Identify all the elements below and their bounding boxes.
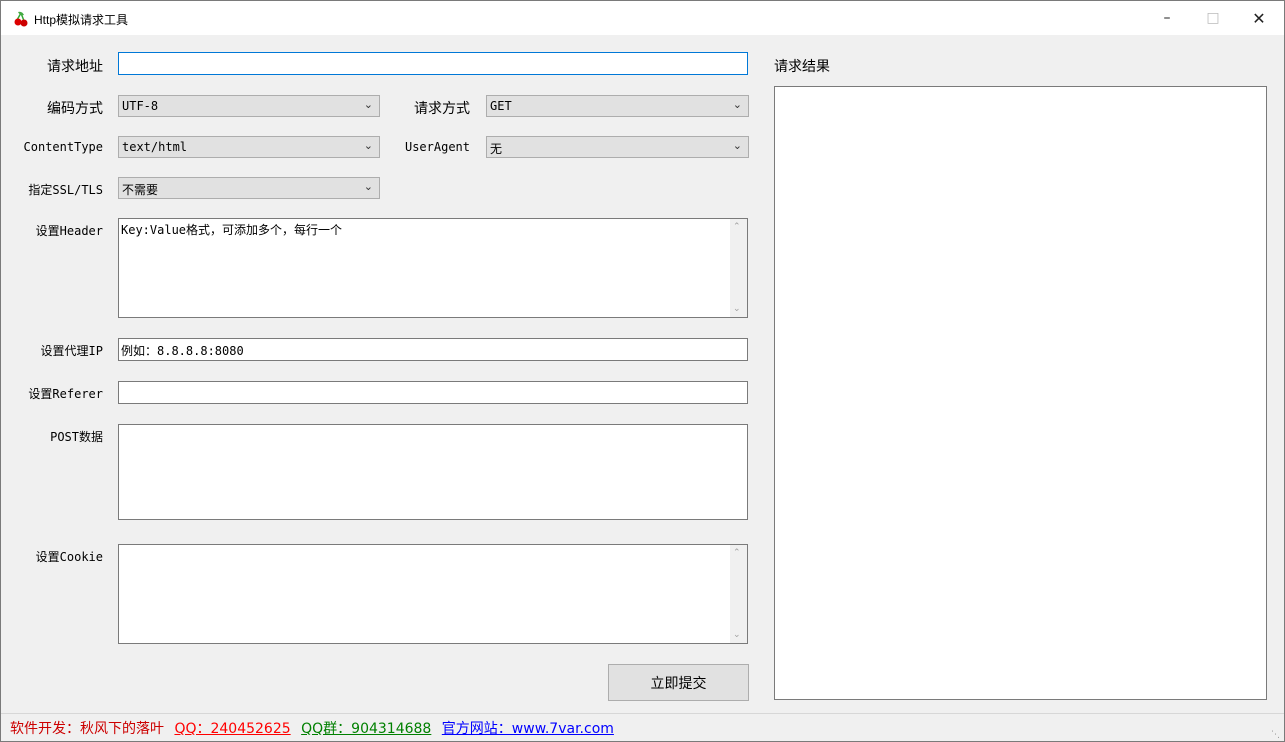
- maximize-button[interactable]: □: [1190, 1, 1236, 35]
- ssl-value: 不需要: [122, 183, 159, 197]
- url-input[interactable]: [118, 52, 748, 75]
- window-title: Http模拟请求工具: [34, 13, 129, 27]
- app-window: Http模拟请求工具 – □ ✕ 请求地址 编码方式 UTF-8 ⌄ 请求方式 G…: [0, 0, 1285, 742]
- submit-button[interactable]: 立即提交: [608, 664, 749, 701]
- content-type-value: text/html: [122, 140, 188, 154]
- header-label: 设置Header: [35, 224, 103, 238]
- referer-label: 设置Referer: [28, 387, 103, 401]
- post-label: POST数据: [50, 430, 103, 444]
- post-textarea[interactable]: [118, 424, 748, 520]
- chevron-down-icon: ⌄: [363, 139, 373, 152]
- ssl-label: 指定SSL/TLS: [28, 183, 103, 197]
- qq-group-link[interactable]: QQ群：904314688: [301, 721, 431, 737]
- ssl-select[interactable]: 不需要 ⌄: [118, 177, 380, 199]
- status-bar: 软件开发：秋风下的落叶 QQ：240452625 QQ群：904314688 官…: [1, 713, 1284, 742]
- cookie-textarea[interactable]: ⌃ ⌄: [118, 544, 748, 644]
- proxy-input[interactable]: 例如：8.8.8.8:8080: [118, 338, 748, 361]
- resize-grip-icon[interactable]: ⋱: [1271, 730, 1280, 740]
- encoding-value: UTF-8: [122, 99, 159, 113]
- method-select[interactable]: GET ⌄: [486, 95, 749, 117]
- website-link[interactable]: 官方网站：www.7var.com: [442, 721, 614, 737]
- scrollbar[interactable]: ⌃ ⌄: [730, 219, 747, 317]
- url-label: 请求地址: [47, 59, 103, 75]
- referer-input[interactable]: [118, 381, 748, 404]
- proxy-label: 设置代理IP: [40, 344, 103, 358]
- scrollbar[interactable]: ⌃ ⌄: [730, 545, 747, 643]
- content-type-select[interactable]: text/html ⌄: [118, 136, 380, 158]
- encoding-select[interactable]: UTF-8 ⌄: [118, 95, 380, 117]
- user-agent-select[interactable]: 无 ⌄: [486, 136, 749, 158]
- minimize-button[interactable]: –: [1144, 1, 1190, 35]
- chevron-down-icon: ⌄: [363, 180, 373, 193]
- result-label: 请求结果: [774, 59, 830, 75]
- cherry-icon: [14, 11, 28, 27]
- chevron-down-icon: ⌄: [732, 98, 742, 111]
- qq-link[interactable]: QQ：240452625: [174, 721, 290, 737]
- developer-credit: 软件开发：秋风下的落叶: [10, 721, 164, 737]
- user-agent-label: UserAgent: [404, 140, 470, 154]
- header-textarea[interactable]: Key:Value格式，可添加多个，每行一个 ⌃ ⌄: [118, 218, 748, 318]
- close-button[interactable]: ✕: [1236, 1, 1282, 35]
- method-label: 请求方式: [414, 101, 470, 117]
- content-type-label: ContentType: [23, 140, 103, 154]
- user-agent-value: 无: [490, 142, 503, 156]
- result-textarea[interactable]: [774, 86, 1267, 700]
- title-bar: Http模拟请求工具 – □ ✕: [1, 1, 1284, 35]
- header-value: Key:Value格式，可添加多个，每行一个: [121, 223, 343, 237]
- chevron-down-icon: ⌄: [732, 139, 742, 152]
- chevron-down-icon: ⌄: [363, 98, 373, 111]
- cookie-label: 设置Cookie: [35, 550, 103, 564]
- method-value: GET: [490, 99, 512, 113]
- encoding-label: 编码方式: [47, 101, 103, 117]
